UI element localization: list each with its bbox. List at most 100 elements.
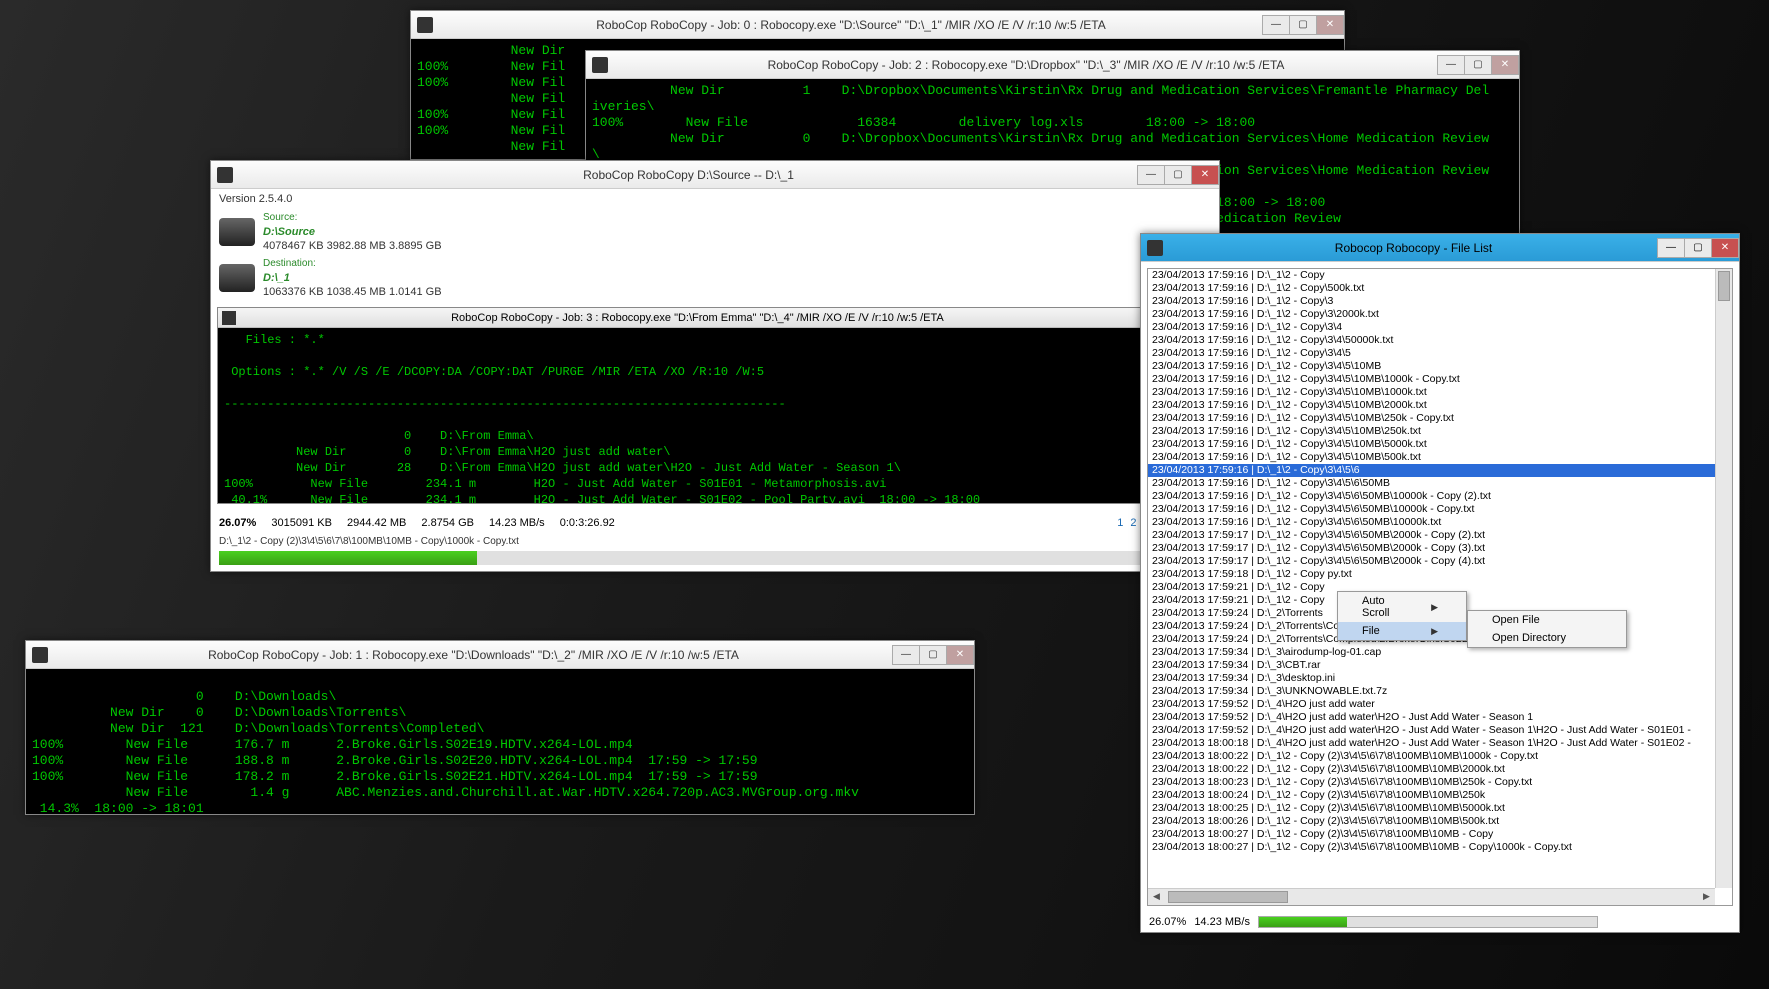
list-item[interactable]: 23/04/2013 17:59:16 | D:\_1\2 - Copy\3\4…: [1148, 477, 1732, 490]
menu-label: Open Directory: [1492, 632, 1566, 644]
submenu-arrow-icon: ▶: [1431, 626, 1438, 637]
list-item[interactable]: 23/04/2013 17:59:52 | D:\_4\H2O just add…: [1148, 724, 1732, 737]
list-item[interactable]: 23/04/2013 18:00:24 | D:\_1\2 - Copy (2)…: [1148, 789, 1732, 802]
list-item[interactable]: 23/04/2013 17:59:17 | D:\_1\2 - Copy\3\4…: [1148, 529, 1732, 542]
main-window[interactable]: RoboCop RoboCopy D:\Source -- D:\_1 — ▢ …: [210, 160, 1220, 572]
list-item[interactable]: 23/04/2013 17:59:16 | D:\_1\2 - Copy\3\4…: [1148, 516, 1732, 529]
maximize-button[interactable]: ▢: [1164, 165, 1192, 185]
minimize-button[interactable]: —: [892, 645, 920, 665]
list-item[interactable]: 23/04/2013 17:59:16 | D:\_1\2 - Copy\3\2…: [1148, 308, 1732, 321]
minimize-button[interactable]: —: [1437, 55, 1465, 75]
list-item[interactable]: 23/04/2013 17:59:17 | D:\_1\2 - Copy\3\4…: [1148, 555, 1732, 568]
menu-label: Auto Scroll: [1362, 595, 1411, 619]
maximize-button[interactable]: ▢: [919, 645, 947, 665]
list-item[interactable]: 23/04/2013 17:59:34 | D:\_3\CBT.rar: [1148, 659, 1732, 672]
list-item[interactable]: 23/04/2013 17:59:16 | D:\_1\2 - Copy\3\4…: [1148, 386, 1732, 399]
list-item[interactable]: 23/04/2013 17:59:16 | D:\_1\2 - Copy\3\4: [1148, 321, 1732, 334]
list-item[interactable]: 23/04/2013 18:00:18 | D:\_4\H2O just add…: [1148, 737, 1732, 750]
scroll-left-icon[interactable]: ◀: [1148, 889, 1165, 906]
list-item[interactable]: 23/04/2013 18:00:23 | D:\_1\2 - Copy (2)…: [1148, 776, 1732, 789]
destination-row: Destination: D:\_1 1063376 KB 1038.45 MB…: [211, 255, 1219, 301]
console-window-job1[interactable]: RoboCop RoboCopy - Job: 1 : Robocopy.exe…: [25, 640, 975, 815]
pager-link[interactable]: 2: [1130, 517, 1136, 529]
titlebar-job0[interactable]: RoboCop RoboCopy - Job: 0 : Robocopy.exe…: [411, 11, 1344, 39]
list-item[interactable]: 23/04/2013 17:59:16 | D:\_1\2 - Copy\3\4…: [1148, 464, 1732, 477]
stat-mb: 2944.42 MB: [347, 517, 406, 529]
filelist-box[interactable]: 23/04/2013 17:59:16 | D:\_1\2 - Copy23/0…: [1147, 268, 1733, 906]
stat-rate: 14.23 MB/s: [489, 517, 545, 529]
minimize-button[interactable]: —: [1137, 165, 1165, 185]
scroll-thumb[interactable]: [1168, 891, 1288, 903]
source-row: Source: D:\Source 4078467 KB 3982.88 MB …: [211, 209, 1219, 255]
embedded-titlebar[interactable]: RoboCop RoboCopy - Job: 3 : Robocopy.exe…: [218, 308, 1212, 328]
list-item[interactable]: 23/04/2013 17:59:18 | D:\_1\2 - Copy py.…: [1148, 568, 1732, 581]
list-item[interactable]: 23/04/2013 18:00:27 | D:\_1\2 - Copy (2)…: [1148, 828, 1732, 841]
app-icon: [1147, 240, 1163, 256]
list-item[interactable]: 23/04/2013 17:59:16 | D:\_1\2 - Copy\3\4…: [1148, 490, 1732, 503]
list-item[interactable]: 23/04/2013 17:59:16 | D:\_1\2 - Copy\3\4…: [1148, 347, 1732, 360]
maximize-button[interactable]: ▢: [1464, 55, 1492, 75]
list-item[interactable]: 23/04/2013 17:59:16 | D:\_1\2 - Copy\3\4…: [1148, 373, 1732, 386]
source-header: Source:: [263, 211, 442, 225]
list-item[interactable]: 23/04/2013 18:00:27 | D:\_1\2 - Copy (2)…: [1148, 841, 1732, 854]
list-item[interactable]: 23/04/2013 17:59:16 | D:\_1\2 - Copy\3\4…: [1148, 399, 1732, 412]
list-item[interactable]: 23/04/2013 18:00:22 | D:\_1\2 - Copy (2)…: [1148, 750, 1732, 763]
list-item[interactable]: 23/04/2013 17:59:34 | D:\_3\desktop.ini: [1148, 672, 1732, 685]
close-button[interactable]: ✕: [1711, 238, 1739, 258]
list-item[interactable]: 23/04/2013 17:59:16 | D:\_1\2 - Copy: [1148, 269, 1732, 282]
menu-open-file[interactable]: Open File: [1468, 611, 1626, 629]
list-item[interactable]: 23/04/2013 17:59:34 | D:\_3\airodump-log…: [1148, 646, 1732, 659]
list-item[interactable]: 23/04/2013 17:59:16 | D:\_1\2 - Copy\500…: [1148, 282, 1732, 295]
menu-auto-scroll[interactable]: Auto Scroll ▶: [1338, 592, 1466, 622]
scrollbar-vertical[interactable]: [1715, 269, 1732, 888]
list-item[interactable]: 23/04/2013 17:59:16 | D:\_1\2 - Copy\3\4…: [1148, 425, 1732, 438]
close-button[interactable]: ✕: [1191, 165, 1219, 185]
titlebar-job1[interactable]: RoboCop RoboCopy - Job: 1 : Robocopy.exe…: [26, 641, 974, 669]
version-label: Version 2.5.4.0: [211, 189, 1219, 209]
list-item[interactable]: 23/04/2013 17:59:16 | D:\_1\2 - Copy\3\4…: [1148, 451, 1732, 464]
list-item[interactable]: 23/04/2013 17:59:34 | D:\_3\UNKNOWABLE.t…: [1148, 685, 1732, 698]
list-item[interactable]: 23/04/2013 17:59:16 | D:\_1\2 - Copy\3\4…: [1148, 360, 1732, 373]
close-button[interactable]: ✕: [1316, 15, 1344, 35]
embedded-title: RoboCop RoboCopy - Job: 3 : Robocopy.exe…: [240, 312, 1155, 324]
list-item[interactable]: 23/04/2013 17:59:52 | D:\_4\H2O just add…: [1148, 711, 1732, 724]
source-path: D:\Source: [263, 225, 442, 239]
close-button[interactable]: ✕: [1491, 55, 1519, 75]
list-item[interactable]: 23/04/2013 17:59:16 | D:\_1\2 - Copy\3\4…: [1148, 503, 1732, 516]
list-item[interactable]: 23/04/2013 17:59:16 | D:\_1\2 - Copy\3\4…: [1148, 334, 1732, 347]
stat-gb: 2.8754 GB: [421, 517, 474, 529]
minimize-button[interactable]: —: [1657, 238, 1685, 258]
menu-open-directory[interactable]: Open Directory: [1468, 629, 1626, 647]
menu-file[interactable]: File ▶: [1338, 622, 1466, 640]
filelist-window[interactable]: Robocop Robocopy - File List — ▢ ✕ 23/04…: [1140, 233, 1740, 933]
context-submenu-file[interactable]: Open File Open Directory: [1467, 610, 1627, 648]
close-button[interactable]: ✕: [946, 645, 974, 665]
list-item[interactable]: 23/04/2013 17:59:17 | D:\_1\2 - Copy\3\4…: [1148, 542, 1732, 555]
pager-link[interactable]: 1: [1117, 517, 1123, 529]
list-item[interactable]: 23/04/2013 17:59:16 | D:\_1\2 - Copy\3\4…: [1148, 412, 1732, 425]
list-item[interactable]: 23/04/2013 17:59:52 | D:\_4\H2O just add…: [1148, 698, 1732, 711]
maximize-button[interactable]: ▢: [1684, 238, 1712, 258]
context-menu[interactable]: Auto Scroll ▶ File ▶: [1337, 591, 1467, 641]
progress-bar: [219, 551, 1211, 565]
list-item[interactable]: 23/04/2013 17:59:16 | D:\_1\2 - Copy\3: [1148, 295, 1732, 308]
dest-path: D:\_1: [263, 271, 442, 285]
console-icon: [32, 647, 48, 663]
stat-elapsed: 0:0:3:26.92: [560, 517, 615, 529]
list-item[interactable]: 23/04/2013 18:00:22 | D:\_1\2 - Copy (2)…: [1148, 763, 1732, 776]
dest-stats: 1063376 KB 1038.45 MB 1.0141 GB: [263, 285, 442, 299]
title-job1: RoboCop RoboCopy - Job: 1 : Robocopy.exe…: [54, 648, 893, 662]
scroll-right-icon[interactable]: ▶: [1698, 889, 1715, 906]
titlebar-filelist[interactable]: Robocop Robocopy - File List — ▢ ✕: [1141, 234, 1739, 262]
list-item[interactable]: 23/04/2013 17:59:16 | D:\_1\2 - Copy\3\4…: [1148, 438, 1732, 451]
titlebar-job2[interactable]: RoboCop RoboCopy - Job: 2 : Robocopy.exe…: [586, 51, 1519, 79]
list-item[interactable]: 23/04/2013 18:00:26 | D:\_1\2 - Copy (2)…: [1148, 815, 1732, 828]
embedded-console: RoboCop RoboCopy - Job: 3 : Robocopy.exe…: [217, 307, 1213, 504]
embedded-console-body: Files : *.* Options : *.* /V /S /E /DCOP…: [218, 328, 1212, 503]
maximize-button[interactable]: ▢: [1289, 15, 1317, 35]
minimize-button[interactable]: —: [1262, 15, 1290, 35]
scroll-thumb[interactable]: [1718, 271, 1730, 301]
list-item[interactable]: 23/04/2013 18:00:25 | D:\_1\2 - Copy (2)…: [1148, 802, 1732, 815]
scrollbar-horizontal[interactable]: ◀ ▶: [1148, 888, 1715, 905]
titlebar-main[interactable]: RoboCop RoboCopy D:\Source -- D:\_1 — ▢ …: [211, 161, 1219, 189]
